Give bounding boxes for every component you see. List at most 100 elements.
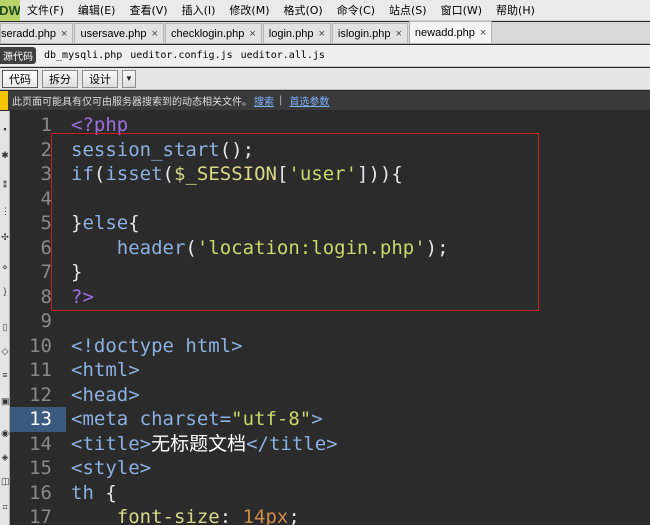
menu-help[interactable]: 帮助(H) (489, 0, 542, 21)
code-token: ( (162, 163, 174, 185)
tab-label: islogin.php (337, 27, 391, 40)
line-number: 12 (29, 383, 52, 406)
menu-format[interactable]: 格式(O) (276, 0, 329, 21)
design-view-button[interactable]: 设计 (82, 69, 118, 88)
menu-modify[interactable]: 修改(M) (222, 0, 276, 21)
close-icon[interactable]: × (249, 28, 255, 40)
tab-label: seradd.php (1, 27, 57, 40)
collapse-tag-icon[interactable]: ✱ (1, 151, 9, 160)
tab-useradd[interactable]: seradd.php × (0, 23, 74, 43)
preferences-link[interactable]: 首选参数 (289, 93, 329, 108)
line-number: 14 (29, 432, 52, 455)
menu-view[interactable]: 查看(V) (122, 0, 174, 21)
code-token: 'location:login.php' (196, 236, 426, 259)
code-token: $_SESSION (174, 163, 277, 185)
code-token: <title> (71, 432, 152, 455)
line-number: 11 (29, 359, 52, 381)
code-line-17: font-size: 14px; (71, 505, 300, 525)
line-number: 4 (40, 187, 52, 210)
menu-window[interactable]: 窗口(W) (434, 0, 489, 21)
related-file-ueditor-all[interactable]: ueditor.all.js (241, 50, 325, 61)
split-view-button[interactable]: 拆分 (42, 69, 78, 88)
menu-edit[interactable]: 编辑(E) (71, 0, 123, 21)
outdent-icon[interactable]: ⌗ (1, 503, 9, 512)
code-token: charset= (139, 408, 232, 430)
close-icon[interactable]: × (480, 27, 486, 39)
related-file-ueditor-config[interactable]: ueditor.config.js (130, 50, 232, 61)
code-token: session_start (71, 138, 220, 161)
view-dropdown-icon[interactable]: ▼ (122, 69, 136, 88)
discover-link[interactable]: 搜索 (254, 93, 274, 108)
code-line-16: th { (71, 481, 117, 506)
dreamweaver-logo-icon: DW (0, 0, 20, 21)
tab-label: checklogin.php (170, 27, 245, 40)
code-line-15: <style> (71, 457, 152, 479)
wrap-tag-icon[interactable]: ▣ (1, 397, 10, 406)
tab-usersave[interactable]: usersave.php × (74, 23, 164, 43)
select-parent-tag-icon[interactable]: ✣ (1, 233, 9, 242)
recent-snippets-icon[interactable]: ◉ (1, 429, 9, 438)
indent-icon[interactable]: ◫ (1, 477, 10, 486)
code-token: { (128, 212, 140, 234)
code-line-1: <?php (71, 113, 128, 138)
code-token: : (219, 506, 243, 525)
code-editor[interactable]: <?php session_start(); if(isset($_SESSIO… (66, 111, 650, 525)
code-token: th (71, 481, 106, 504)
apply-comment-icon[interactable]: ◇ (1, 347, 9, 356)
document-tab-bar: seradd.php × usersave.php × checklogin.p… (0, 21, 650, 44)
tab-islogin[interactable]: islogin.php × (331, 23, 408, 43)
php-open-tag: <?php (71, 114, 129, 136)
source-code-button[interactable]: 源代码 (0, 47, 36, 64)
close-icon[interactable]: × (152, 28, 158, 40)
code-token: "utf-8" (231, 408, 312, 430)
close-icon[interactable]: × (61, 28, 67, 40)
menu-site[interactable]: 站点(S) (382, 0, 434, 21)
info-bar: 此页面可能具有仅可由服务器搜索到的动态相关文件。 搜索 | 首选参数 (0, 91, 650, 110)
code-token: 14px (242, 506, 289, 525)
line-number: 2 (40, 138, 52, 161)
code-token: (); (219, 138, 255, 161)
remove-comment-icon[interactable]: ≡ (1, 371, 9, 380)
code-token: </title> (246, 432, 338, 455)
line-numbers-icon[interactable]: } (1, 287, 9, 296)
tab-label: login.php (268, 27, 314, 40)
code-token: if (71, 163, 94, 185)
code-view-button[interactable]: 代码 (2, 69, 38, 88)
code-token: > (311, 408, 323, 430)
open-documents-icon[interactable]: ▪ (1, 125, 9, 134)
menu-bar: DW 文件(F) 编辑(E) 查看(V) 插入(I) 修改(M) 格式(O) 命… (0, 0, 650, 21)
menu-commands[interactable]: 命令(C) (330, 0, 382, 21)
expand-all-icon[interactable]: ⋮ (1, 207, 10, 216)
menu-file[interactable]: 文件(F) (20, 0, 71, 21)
tab-login[interactable]: login.php × (262, 23, 331, 43)
code-line-5: }else{ (71, 211, 140, 236)
tab-checklogin[interactable]: checklogin.php × (164, 23, 262, 43)
close-icon[interactable]: × (318, 28, 324, 40)
info-message: 此页面可能具有仅可由服务器搜索到的动态相关文件。 (12, 97, 252, 108)
code-token: header (116, 236, 186, 259)
code-line-10: <!doctype html> (71, 334, 243, 357)
menu-insert[interactable]: 插入(I) (175, 0, 223, 21)
close-icon[interactable]: × (395, 28, 401, 40)
highlight-invalid-icon[interactable]: ▯ (1, 323, 9, 332)
code-token: <meta (71, 408, 140, 430)
line-number-gutter: 1 2 3 4 5 6 7 8 9 10 11 12 13 14 15 16 1… (10, 111, 66, 525)
code-line-6: header('location:login.php'); (71, 236, 449, 261)
move-css-icon[interactable]: ◈ (1, 453, 9, 462)
code-token: font-size (116, 506, 220, 525)
tab-newadd[interactable]: newadd.php × (408, 21, 493, 43)
line-number: 7 (40, 261, 52, 283)
tab-label: newadd.php (414, 26, 475, 39)
code-line-3: if(isset($_SESSION['user'])){ (71, 162, 403, 187)
line-number-current: 13 (29, 408, 52, 430)
code-token: ( (93, 163, 106, 185)
related-file-db-mysqli[interactable]: db_mysqli.php (44, 50, 122, 61)
line-number: 17 (29, 506, 52, 525)
separator: | (279, 95, 283, 106)
code-line-12: <head> (71, 383, 140, 406)
balance-braces-icon[interactable]: ⋄ (1, 263, 9, 272)
line-number: 8 (40, 285, 52, 308)
collapse-selection-icon[interactable]: ⁑ (1, 181, 9, 190)
